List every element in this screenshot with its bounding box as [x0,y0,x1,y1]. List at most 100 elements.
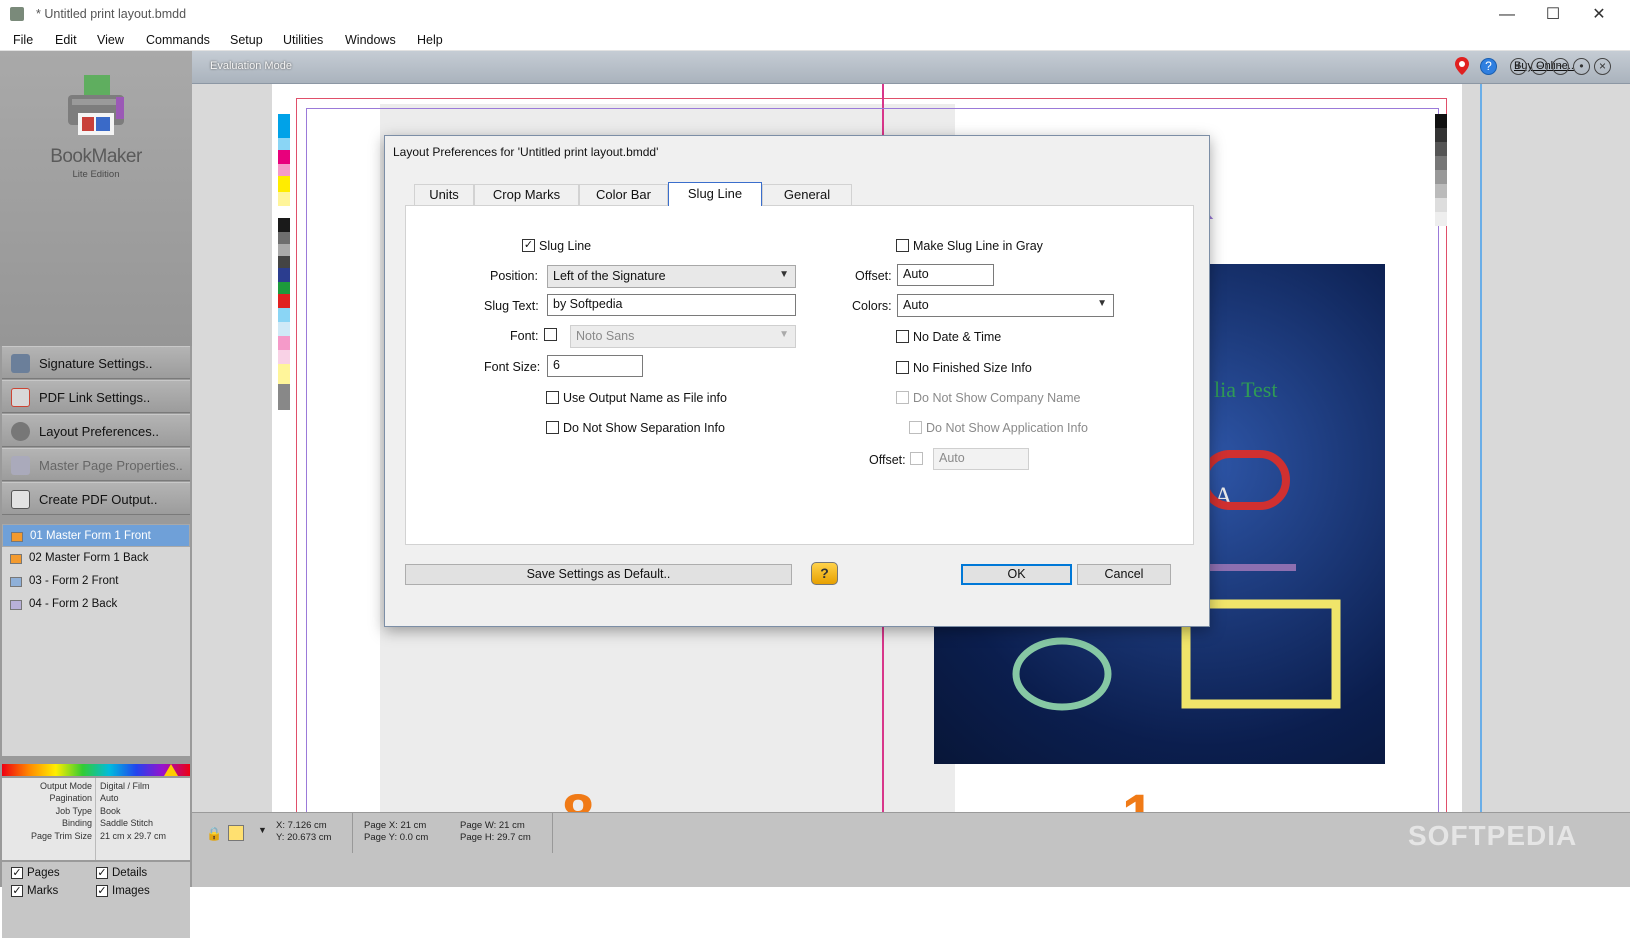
create-pdf-output-button[interactable]: Create PDF Output.. [2,482,190,515]
no-application-label: Do Not Show Application Info [926,421,1088,435]
status-divider [352,813,353,853]
use-output-name-checkbox[interactable] [546,391,559,404]
help-icon[interactable]: ? [1480,58,1497,75]
slug-text-input[interactable]: by Softpedia [547,294,796,316]
zoom-out-icon[interactable]: − [1531,58,1548,75]
form-swatch-icon [10,554,22,564]
notes-icon[interactable] [228,825,244,841]
slug-text-label: Slug Text: [484,299,539,313]
title-bar: * Untitled print layout.bmdd — ☐ ✕ [0,0,1630,30]
form-item-1[interactable]: 01 Master Form 1 Front [2,524,190,547]
lock-icon[interactable]: 🔒 [206,826,222,842]
zoom-actual-icon[interactable]: • [1573,58,1590,75]
view-options: ✓ Pages ✓ Details ✓ Marks ✓ Images [2,862,190,938]
cancel-button[interactable]: Cancel [1077,564,1171,585]
pages-checkbox[interactable]: ✓ [11,867,23,879]
zoom-in-icon[interactable]: + [1510,58,1527,75]
master-page-properties-button[interactable]: Master Page Properties.. [2,448,190,481]
menu-file[interactable]: File [13,33,33,47]
window-title: * Untitled print layout.bmdd [36,7,187,21]
status-divider [552,813,553,853]
job-info-panel: Output Mode Digital / Film Pagination Au… [2,778,190,860]
form-swatch-icon [10,577,22,587]
dropdown-arrow-icon[interactable]: ▼ [258,825,267,835]
layout-preferences-button[interactable]: Layout Preferences.. [2,414,190,447]
chevron-down-icon: ▼ [779,329,789,340]
form-swatch-icon [10,600,22,610]
menu-view[interactable]: View [97,33,124,47]
offset-label: Offset: [855,269,892,283]
color-gradient-bar [2,764,190,776]
trim-line-left [296,98,297,812]
tab-general[interactable]: General [762,184,852,206]
tab-slug-line[interactable]: Slug Line [668,182,762,206]
gear-icon [11,422,30,441]
use-output-name-label: Use Output Name as File info [563,391,727,405]
no-date-label: No Date & Time [913,330,1002,344]
ok-button[interactable]: OK [961,564,1072,585]
form-item-3[interactable]: 03 - Form 2 Front [2,570,190,593]
no-finished-size-label: No Finished Size Info [913,361,1032,375]
help-icon[interactable]: ? [811,562,838,585]
tab-crop-marks[interactable]: Crop Marks [474,184,579,206]
colors-select[interactable]: Auto ▼ [897,294,1114,317]
make-gray-checkbox[interactable] [896,239,909,252]
layout-preferences-label: Layout Preferences.. [39,424,159,439]
font-value: Noto Sans [576,329,635,343]
no-company-checkbox[interactable] [896,391,909,404]
colors-label: Colors: [852,299,892,313]
form-item-label: 03 - Form 2 Front [29,575,119,587]
logo-area: BookMaker Lite Edition [0,51,192,346]
tab-units[interactable]: Units [414,184,474,206]
menu-utilities[interactable]: Utilities [283,33,323,47]
position-select[interactable]: Left of the Signature ▼ [547,265,796,288]
form-item-label: 04 - Form 2 Back [29,598,118,610]
pdf-link-settings-button[interactable]: PDF Link Settings.. [2,380,190,413]
menu-help[interactable]: Help [417,33,443,47]
zoom-fit-icon[interactable]: ~ [1552,58,1569,75]
tab-color-bar[interactable]: Color Bar [579,184,668,206]
offset2-label: Offset: [869,453,906,467]
no-application-checkbox[interactable] [909,421,922,434]
no-date-checkbox[interactable] [896,330,909,343]
form-item-2[interactable]: 02 Master Form 1 Back [2,547,190,570]
slug-line-checkbox[interactable]: ✓ [522,239,535,252]
make-gray-label: Make Slug Line in Gray [913,239,1043,253]
warning-icon[interactable] [164,764,178,776]
no-separation-label: Do Not Show Separation Info [563,421,725,435]
signature-settings-button[interactable]: Signature Settings.. [2,346,190,379]
slug-line-label: Slug Line [539,239,592,253]
save-default-button[interactable]: Save Settings as Default.. [405,564,792,585]
close-button[interactable]: ✕ [1576,3,1622,29]
watermark: SOFTPEDIA [1408,820,1578,851]
offset2-input[interactable]: Auto [933,448,1029,470]
zoom-close-icon[interactable]: × [1594,58,1611,75]
offset-input[interactable]: Auto [897,264,994,286]
page-h: Page H: 29.7 cm [460,832,531,843]
no-finished-size-checkbox[interactable] [896,361,909,374]
page-y: Page Y: 0.0 cm [364,832,429,843]
pdf-icon [11,388,30,407]
form-swatch-icon [11,532,23,542]
menu-setup[interactable]: Setup [230,33,263,47]
bleed-line-right [1480,84,1482,812]
no-separation-checkbox[interactable] [546,421,559,434]
info-key: Pagination [49,793,92,803]
form-item-4[interactable]: 04 - Form 2 Back [2,593,190,616]
font-checkbox[interactable] [544,328,557,341]
details-checkbox[interactable]: ✓ [96,867,108,879]
form-list: 01 Master Form 1 Front 02 Master Form 1 … [2,524,190,756]
location-pin-icon[interactable] [1454,56,1470,76]
master-page-icon [11,456,30,475]
font-size-input[interactable]: 6 [547,355,643,377]
info-value: Book [100,806,121,816]
menu-commands[interactable]: Commands [146,33,210,47]
logo-edition: Lite Edition [72,169,120,180]
offset2-checkbox[interactable] [910,452,923,465]
menu-edit[interactable]: Edit [55,33,77,47]
maximize-button[interactable]: ☐ [1530,3,1576,29]
color-control-strip [278,114,290,410]
minimize-button[interactable]: — [1484,3,1530,29]
menu-windows[interactable]: Windows [345,33,396,47]
font-select[interactable]: Noto Sans ▼ [570,325,796,348]
